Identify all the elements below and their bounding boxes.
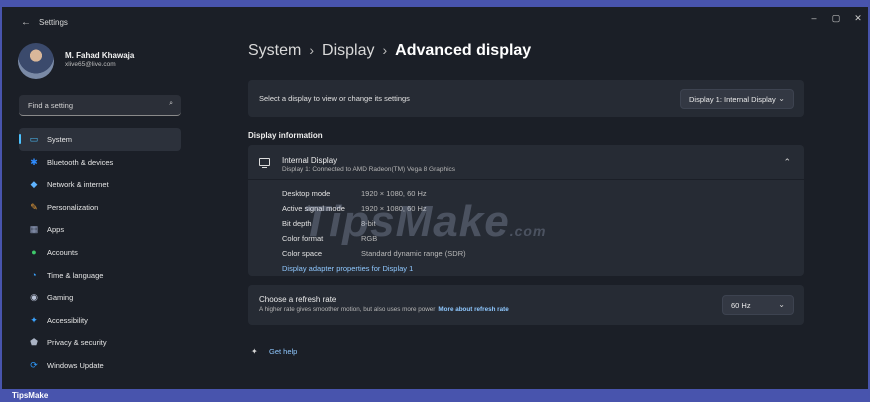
breadcrumb-display[interactable]: Display [322, 42, 374, 59]
display-select-label: Select a display to view or change its s… [259, 94, 410, 103]
watermark-suffix: .com [509, 223, 547, 239]
avatar[interactable] [18, 43, 54, 79]
sidebar-item-gaming[interactable]: ◉ Gaming [19, 286, 181, 309]
privacy-shield-icon: ⬟ [30, 337, 38, 348]
breadcrumb-system[interactable]: System [248, 42, 301, 59]
apps-icon: ▦ [29, 224, 39, 235]
sidebar-item-label: Time & language [47, 270, 104, 280]
refresh-rate-title: Choose a refresh rate [259, 295, 337, 304]
search-placeholder: Find a setting [28, 101, 74, 110]
info-value: Standard dynamic range (SDR) [361, 249, 466, 258]
sidebar-item-label: Accessibility [47, 315, 88, 325]
monitor-icon [259, 158, 270, 169]
sidebar-item-time-language[interactable]: ◔ Time & language [19, 264, 181, 287]
breadcrumb: System › Display › Advanced display [248, 42, 531, 60]
maximize-icon[interactable]: ▢ [828, 13, 844, 24]
network-icon: ◆ [30, 179, 38, 190]
watermark: TipsMake.com [302, 197, 546, 247]
windows-update-icon: ⟳ [30, 359, 38, 370]
brand-bar: TipsMake [0, 389, 870, 402]
section-title: Display information [248, 131, 323, 140]
user-email: xlive65@live.com [65, 61, 116, 68]
display-info-header[interactable]: Internal Display Display 1: Connected to… [248, 145, 804, 180]
sidebar-item-accounts[interactable]: ● Accounts [19, 241, 181, 264]
breadcrumb-separator-icon: › [309, 42, 315, 58]
display-select-value: Display 1: Internal Display [689, 95, 776, 104]
accessibility-icon: ✦ [30, 314, 38, 325]
close-icon[interactable]: ✕ [850, 13, 866, 24]
refresh-rate-description: A higher rate gives smoother motion, but… [259, 306, 509, 313]
sidebar-item-label: Windows Update [47, 360, 104, 370]
active-indicator [19, 134, 21, 144]
watermark-text: TipsMake [302, 197, 510, 246]
sidebar-item-bluetooth-devices[interactable]: ✱ Bluetooth & devices [19, 151, 181, 174]
minimize-icon[interactable]: – [806, 13, 822, 23]
sidebar-item-label: Bluetooth & devices [47, 157, 114, 167]
sidebar: M. Fahad Khawaja xlive65@live.com Find a… [2, 37, 248, 389]
search-input[interactable]: Find a setting ⌕ [19, 95, 181, 116]
refresh-rate-dropdown[interactable]: 60 Hz ⌄ [722, 295, 794, 315]
chevron-down-icon: ⌄ [778, 300, 785, 309]
page-title: Advanced display [395, 42, 532, 59]
search-icon: ⌕ [169, 100, 173, 107]
time-language-icon: ◔ [31, 269, 37, 280]
sidebar-item-label: Personalization [47, 202, 99, 212]
help-icon: ✦ [251, 347, 258, 356]
personalization-icon: ✎ [30, 201, 38, 212]
sidebar-item-label: Accounts [47, 247, 78, 257]
sidebar-item-label: Gaming [47, 293, 74, 303]
get-help-link[interactable]: Get help [269, 347, 297, 356]
window-title: Settings [39, 18, 68, 27]
sidebar-nav: ▭ System ✱ Bluetooth & devices ◆ Network & in… [19, 128, 181, 377]
title-bar: ← Settings – ▢ ✕ [2, 7, 868, 37]
sidebar-item-windows-update[interactable]: ⟳ Windows Update [19, 354, 181, 377]
sidebar-item-apps[interactable]: ▦ Apps [19, 218, 181, 241]
chevron-up-icon[interactable]: ⌃ [783, 157, 791, 168]
accounts-icon: ● [31, 246, 37, 257]
sidebar-item-label: Network & internet [47, 180, 109, 190]
sidebar-item-privacy-security[interactable]: ⬟ Privacy & security [19, 331, 181, 354]
gaming-icon: ◉ [30, 292, 38, 303]
display-connection: Display 1: Connected to AMD Radeon(TM) V… [282, 166, 456, 173]
display-select-dropdown[interactable]: Display 1: Internal Display ⌄ [680, 89, 794, 109]
sidebar-item-network-internet[interactable]: ◆ Network & internet [19, 173, 181, 196]
display-name: Internal Display [282, 156, 338, 165]
chevron-down-icon: ⌄ [778, 94, 785, 103]
settings-window: ← Settings – ▢ ✕ M. Fahad Khawaja xlive6… [2, 7, 868, 389]
info-key: Color space [282, 249, 323, 258]
sidebar-item-label: System [47, 135, 73, 144]
user-name: M. Fahad Khawaja [65, 51, 135, 60]
sidebar-item-system[interactable]: ▭ System [19, 128, 181, 151]
brand-text: TipsMake [12, 391, 49, 400]
display-select-card: Select a display to view or change its s… [248, 80, 804, 117]
refresh-rate-link[interactable]: More about refresh rate [438, 306, 508, 313]
sidebar-item-personalization[interactable]: ✎ Personalization [19, 196, 181, 219]
refresh-rate-value: 60 Hz [731, 301, 751, 310]
sidebar-item-label: Privacy & security [47, 338, 107, 348]
refresh-rate-description-text: A higher rate gives smoother motion, but… [259, 306, 436, 313]
display-adapter-properties-link[interactable]: Display adapter properties for Display 1 [282, 264, 413, 273]
system-icon: ▭ [29, 134, 39, 144]
bluetooth-icon: ✱ [30, 156, 38, 167]
back-arrow-icon[interactable]: ← [21, 17, 31, 28]
sidebar-item-accessibility[interactable]: ✦ Accessibility [19, 309, 181, 332]
sidebar-item-label: Apps [47, 225, 65, 235]
breadcrumb-separator-icon: › [382, 42, 388, 58]
refresh-rate-card: Choose a refresh rate A higher rate give… [248, 285, 804, 325]
